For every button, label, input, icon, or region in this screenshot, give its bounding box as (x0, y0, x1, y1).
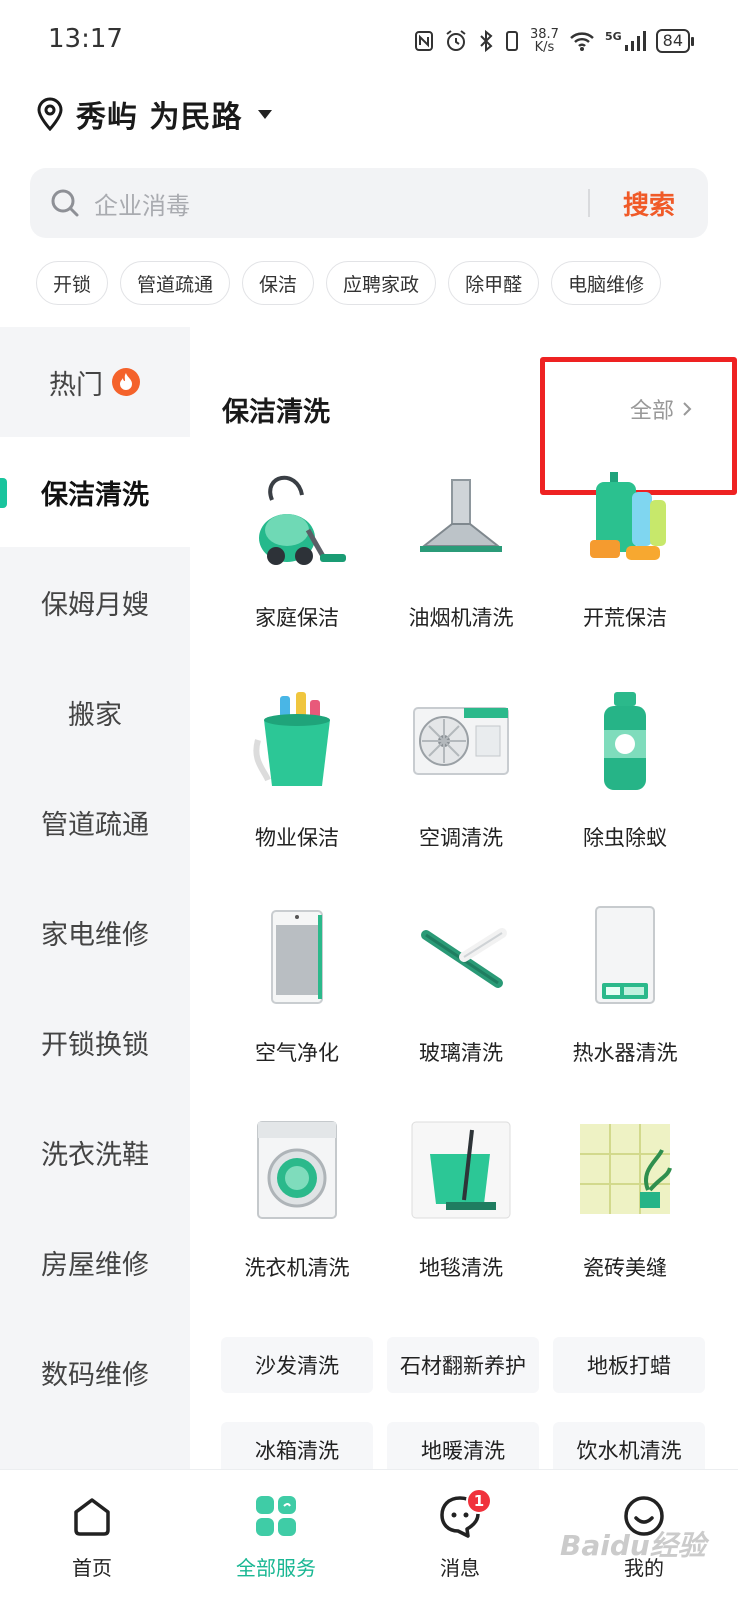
service-item[interactable]: 洗衣机清洗 (214, 1120, 380, 1330)
tiles-plant-icon (580, 1124, 672, 1214)
fire-icon (112, 368, 140, 396)
location-selector[interactable]: 秀屿 为民路 (36, 92, 273, 136)
sidebar-item-house-repair[interactable]: 房屋维修 (0, 1207, 190, 1317)
bluetooth-icon (480, 29, 493, 53)
vacuum-cleaner-icon (259, 475, 346, 565)
status-bar: 13:17 38.7 K/s 5G 84 (0, 0, 738, 80)
mop-bucket-icon (411, 1121, 511, 1219)
signal-icon (624, 31, 646, 51)
search-button[interactable]: 搜索 (590, 185, 708, 222)
service-tile[interactable]: 沙发清洗 (221, 1337, 373, 1393)
air-purifier-icon (271, 910, 323, 1004)
all-services-icon (256, 1496, 296, 1536)
signal-label: 5G (604, 29, 622, 43)
net-speed: 38.7 K/s (530, 28, 559, 54)
nfc-icon (415, 31, 433, 51)
sidebar-item-cleaning[interactable]: 保洁清洗 (0, 437, 190, 547)
sidebar-item-lock[interactable]: 开锁换锁 (0, 987, 190, 1097)
nav-label: 全部服务 (236, 1556, 316, 1580)
search-icon (51, 189, 79, 217)
home-icon (74, 1498, 110, 1536)
chip-item[interactable]: 保洁 (242, 261, 315, 305)
service-item[interactable]: 空调清洗 (378, 690, 544, 900)
service-label: 空调清洗 (419, 826, 503, 850)
vibrate-icon (506, 31, 518, 51)
service-tile[interactable]: 地板打蜡 (553, 1337, 705, 1393)
chevron-down-icon (258, 109, 273, 119)
alarm-icon (446, 30, 466, 51)
range-hood-icon (420, 479, 502, 552)
service-item[interactable]: 地毯清洗 (378, 1120, 544, 1330)
service-label: 油烟机清洗 (408, 606, 514, 630)
service-item[interactable]: 热水器清洗 (542, 905, 708, 1115)
battery-icon: 84 (655, 29, 695, 53)
sidebar-item-appliance[interactable]: 家电维修 (0, 877, 190, 987)
status-time: 13:17 (48, 24, 123, 54)
service-label: 开荒保洁 (583, 606, 667, 630)
squeegee-icon (421, 928, 507, 988)
nav-home[interactable]: 首页 (0, 1470, 184, 1600)
cleaning-bucket-icon (253, 692, 330, 786)
service-label: 热水器清洗 (572, 1041, 678, 1065)
service-item[interactable]: 物业保洁 (214, 690, 380, 900)
sidebar-item-nanny[interactable]: 保姆月嫂 (0, 547, 190, 657)
notification-badge: 1 (466, 1488, 492, 1514)
section-title: 保洁清洗 (222, 397, 330, 428)
location-text: 秀屿 为民路 (76, 100, 243, 135)
chip-item[interactable]: 开锁 (36, 261, 109, 305)
search-input[interactable]: 企业消毒 (94, 186, 588, 221)
water-heater-icon (595, 906, 655, 1004)
nav-messages[interactable]: 1 消息 (368, 1470, 552, 1600)
service-item[interactable]: 油烟机清洗 (378, 470, 544, 680)
service-label: 玻璃清洗 (419, 1041, 503, 1065)
service-item[interactable]: 除虫除蚁 (542, 690, 708, 900)
sidebar-item-moving[interactable]: 搬家 (0, 657, 190, 767)
service-item[interactable]: 空气净化 (214, 905, 380, 1115)
service-label: 空气净化 (255, 1041, 339, 1065)
sidebar-item-pipe[interactable]: 管道疏通 (0, 767, 190, 877)
service-tile[interactable]: 石材翻新养护 (387, 1337, 539, 1393)
location-pin-icon (37, 97, 63, 131)
insecticide-spray-icon (604, 692, 646, 790)
service-item[interactable]: 家庭保洁 (214, 470, 380, 680)
nav-label: 首页 (72, 1556, 112, 1580)
sidebar-item-hot[interactable]: 热门 (0, 327, 190, 437)
hot-wrap: 热门 (49, 363, 141, 402)
sidebar-item-digital-repair[interactable]: 数码维修 (0, 1317, 190, 1427)
sidebar-item-label: 热门 (49, 369, 103, 401)
chip-item[interactable]: 应聘家政 (326, 261, 437, 305)
cleaning-bottles-icon (590, 472, 666, 560)
chip-item[interactable]: 电脑维修 (551, 261, 662, 305)
service-item[interactable]: 瓷砖美缝 (542, 1120, 708, 1330)
active-indicator (0, 478, 7, 508)
hot-search-chips: 开锁 管道疏通 保洁 应聘家政 除甲醛 电脑维修 (36, 261, 662, 305)
service-item[interactable]: 开荒保洁 (542, 470, 708, 680)
service-label: 物业保洁 (255, 826, 339, 850)
search-bar[interactable]: 企业消毒 搜索 (30, 168, 708, 238)
watermark: Baidu经验 (560, 1529, 706, 1562)
status-icons: 38.7 K/s 5G 84 (414, 24, 695, 58)
service-label: 家庭保洁 (255, 606, 339, 630)
nav-label: 消息 (440, 1556, 480, 1580)
service-label: 除虫除蚁 (583, 826, 667, 850)
washing-machine-icon (257, 1121, 337, 1219)
sidebar-item-laundry[interactable]: 洗衣洗鞋 (0, 1097, 190, 1207)
service-label: 瓷砖美缝 (583, 1256, 667, 1280)
service-label: 地毯清洗 (419, 1256, 503, 1280)
service-item[interactable]: 玻璃清洗 (378, 905, 544, 1115)
chip-item[interactable]: 除甲醛 (448, 261, 540, 305)
service-label: 洗衣机清洗 (244, 1256, 350, 1280)
chip-item[interactable]: 管道疏通 (120, 261, 231, 305)
net-speed-unit: K/s (534, 40, 555, 55)
ac-unit-icon (413, 707, 509, 775)
nav-all-services[interactable]: 全部服务 (184, 1470, 368, 1600)
wifi-icon (570, 32, 594, 51)
